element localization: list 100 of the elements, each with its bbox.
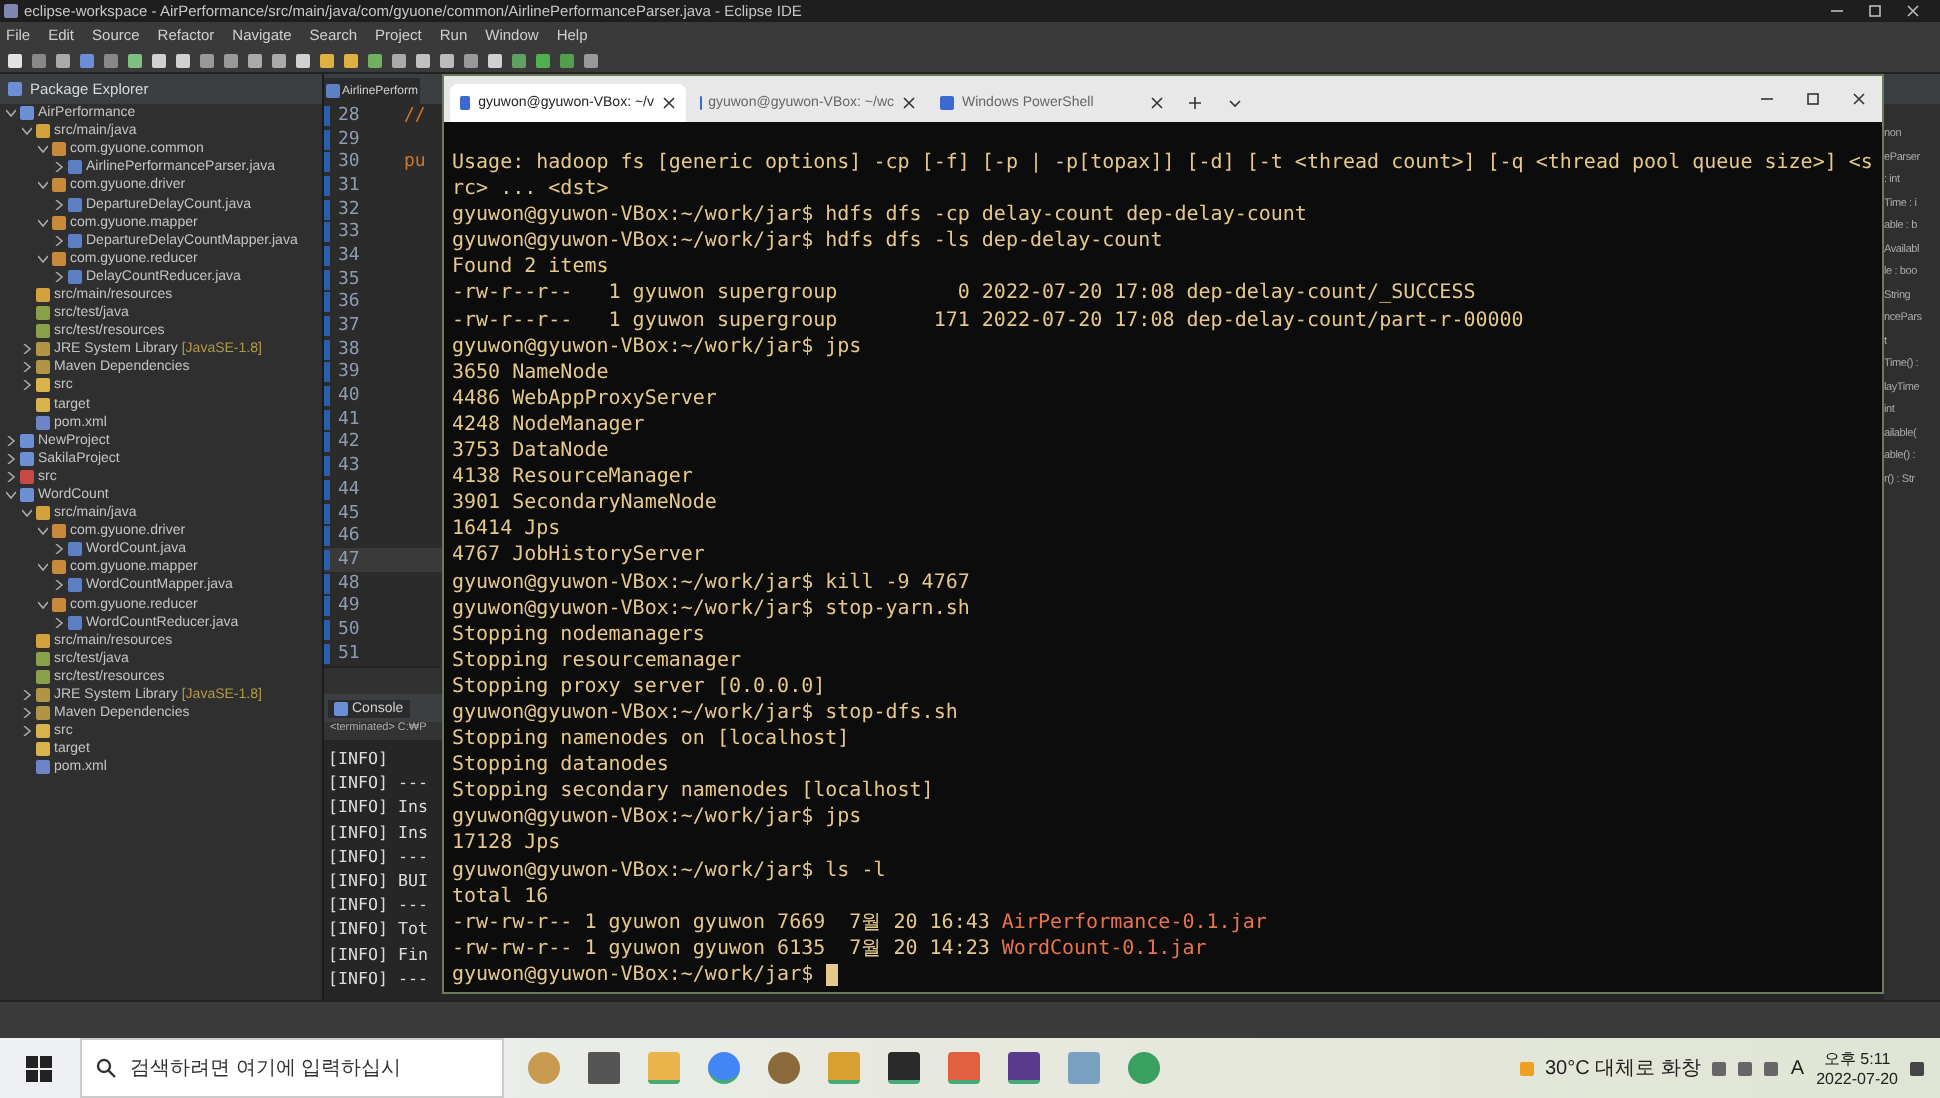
collapse-caret-icon[interactable] [38, 144, 48, 155]
line-number: 31 [324, 175, 364, 196]
code-text: // [402, 105, 426, 126]
weather-text[interactable]: 30°C 대체로 화창 [1545, 1054, 1701, 1082]
expand-caret-icon[interactable] [22, 362, 32, 373]
line-number: 29 [324, 129, 364, 150]
expand-caret-icon[interactable] [54, 235, 64, 246]
expand-caret-icon[interactable] [22, 690, 32, 701]
line-number: 32 [324, 199, 364, 220]
file-name: WordCount-0.1.jar [1001, 935, 1207, 962]
terminal-line: -rw-rw-r-- 1 gyuwon gyuwon 7669 7월 20 16:43 [452, 909, 992, 936]
terminal-line: 4138 ResourceManager [452, 464, 693, 491]
expand-caret-icon[interactable] [6, 453, 16, 464]
file-icon [68, 615, 82, 630]
tray-icon[interactable] [1712, 1061, 1727, 1075]
line-number: 28 [324, 105, 364, 126]
browser-icon[interactable] [708, 1052, 740, 1084]
file-icon [68, 197, 82, 212]
collapse-caret-icon[interactable] [22, 126, 32, 137]
package-icon [52, 251, 66, 266]
terminal-line: -rw-r--r-- 1 gyuwon supergroup 171 2022-07-20 17:08 dep-delay-count/part-r-00000 [452, 307, 1524, 334]
srcfolder-icon [36, 633, 50, 648]
terminal-icon[interactable] [888, 1052, 920, 1084]
volume-icon[interactable] [1764, 1061, 1779, 1075]
chevron-down-icon[interactable] [1228, 96, 1242, 110]
expand-caret-icon[interactable] [54, 580, 64, 591]
close-icon[interactable] [662, 96, 676, 110]
line-number: 49 [324, 596, 364, 617]
terminal-line: -rw-r--r-- 1 gyuwon supergroup 0 2022-07-20 17:08 dep-delay-count/_SUCCESS [452, 280, 1476, 308]
terminal-line: gyuwon@gyuwon-VBox:~/work/jar$ jps [452, 333, 862, 360]
line-number: 41 [324, 409, 364, 430]
console-line: [INFO] Ins [328, 794, 428, 820]
minimize-icon[interactable] [1760, 92, 1774, 106]
package-icon [52, 524, 66, 539]
collapse-caret-icon[interactable] [6, 108, 16, 119]
expand-caret-icon[interactable] [54, 199, 64, 210]
package-icon [52, 597, 66, 612]
expand-caret-icon[interactable] [22, 726, 32, 737]
file-icon [68, 233, 82, 248]
line-number: 36 [324, 292, 364, 313]
app-logo-icon [4, 4, 18, 18]
file-icon [68, 542, 82, 557]
collapse-caret-icon[interactable] [38, 217, 48, 228]
close-icon[interactable] [1852, 92, 1866, 106]
close-icon[interactable] [902, 96, 916, 110]
expand-caret-icon[interactable] [6, 471, 16, 482]
notification-icon[interactable] [1910, 1061, 1924, 1075]
maximize-icon[interactable] [1806, 92, 1820, 106]
line-number: 45 [324, 503, 364, 524]
file-icon [68, 160, 82, 175]
close-icon[interactable] [1906, 4, 1920, 18]
terminal-line: gyuwon@gyuwon-VBox:~/work/jar$ jps [452, 804, 862, 831]
expand-caret-icon[interactable] [22, 380, 32, 391]
clock-date[interactable]: 2022-07-20 [1816, 1070, 1898, 1088]
input-method-indicator[interactable]: A [1790, 1057, 1805, 1079]
terminal-line: Stopping secondary namenodes [localhost] [452, 778, 934, 805]
collapse-caret-icon[interactable] [38, 599, 48, 610]
line-number: 35 [324, 269, 364, 290]
line-number: 30 [324, 152, 364, 173]
project-icon [20, 488, 34, 503]
expand-caret-icon[interactable] [54, 162, 64, 173]
collapse-caret-icon[interactable] [38, 562, 48, 573]
minimize-icon[interactable] [1830, 4, 1844, 18]
line-number: 48 [324, 573, 364, 594]
new-tab-icon[interactable] [1188, 96, 1202, 110]
network-icon[interactable] [1738, 1061, 1753, 1075]
package-icon [52, 215, 66, 230]
project-icon [20, 106, 34, 121]
weather-icon [1519, 1061, 1533, 1075]
search-field[interactable]: 검색하려면 여기에 입력하십시 [80, 1038, 504, 1098]
package-icon [52, 142, 66, 157]
clock-time[interactable]: 오후 5:11 [1823, 1048, 1891, 1070]
expand-caret-icon[interactable] [54, 617, 64, 628]
app-icon[interactable] [1008, 1052, 1040, 1084]
close-icon[interactable] [1150, 96, 1164, 110]
maximize-icon[interactable] [1868, 4, 1882, 18]
line-number: 43 [324, 456, 364, 477]
expand-caret-icon[interactable] [22, 344, 32, 355]
console-line: [INFO] Tot [328, 916, 428, 941]
collapse-caret-icon[interactable] [22, 508, 32, 519]
collapse-caret-icon[interactable] [38, 526, 48, 537]
expand-caret-icon[interactable] [54, 544, 64, 555]
code-text: pu [402, 152, 426, 173]
expand-caret-icon[interactable] [54, 271, 64, 282]
line-number: 44 [324, 479, 364, 500]
file-icon [68, 578, 82, 593]
terminal-line: Stopping proxy server [0.0.0.0] [452, 673, 826, 700]
line-number: 39 [324, 362, 364, 383]
collapse-caret-icon[interactable] [38, 180, 48, 191]
collapse-caret-icon[interactable] [6, 490, 16, 501]
package-icon [52, 560, 66, 575]
xml-icon [36, 760, 50, 775]
terminal-line: Stopping nodemanagers [452, 621, 705, 648]
line-number: 33 [324, 222, 364, 243]
expand-caret-icon[interactable] [6, 435, 16, 446]
line-number: 38 [324, 339, 364, 360]
collapse-caret-icon[interactable] [38, 253, 48, 264]
app-icon[interactable] [768, 1052, 800, 1084]
app-icon[interactable] [1128, 1052, 1160, 1084]
expand-caret-icon[interactable] [22, 708, 32, 719]
